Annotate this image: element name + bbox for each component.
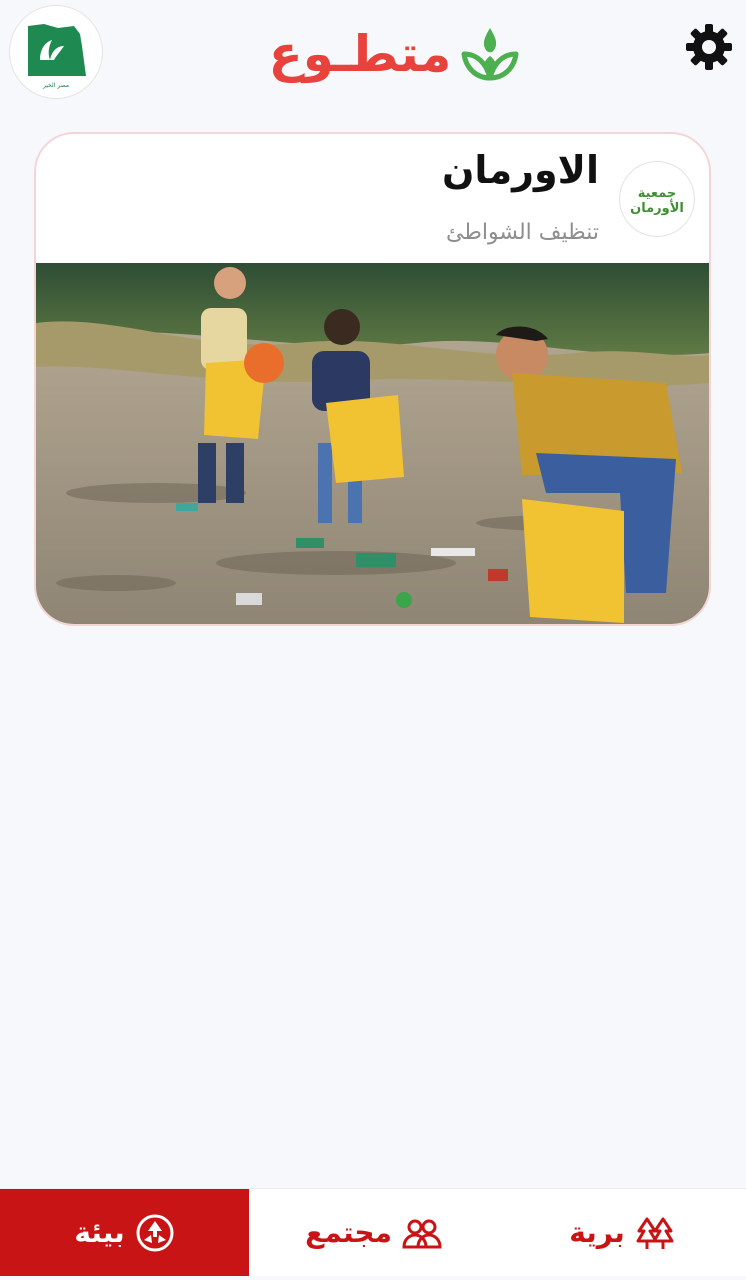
card-title: الاورمان [441, 148, 599, 192]
beach-cleanup-photo [36, 263, 709, 624]
org-logo: مصر الخير [10, 6, 102, 98]
recycle-icon [136, 1214, 174, 1251]
tab-wild-label: برية [569, 1216, 625, 1249]
app-title: متطـوع [268, 25, 452, 83]
tab-environment[interactable]: بيئة [0, 1189, 249, 1276]
brand: متطـوع [262, 18, 524, 90]
card-org-logo: جمعية الأورمان [620, 162, 694, 236]
app-header: مصر الخير متطـوع [0, 0, 746, 110]
org-logo-caption: مصر الخير [42, 82, 70, 89]
tab-environment-label: بيئة [74, 1216, 125, 1249]
gear-icon[interactable] [684, 22, 734, 72]
tab-wild[interactable]: برية [498, 1189, 746, 1276]
leaf-drop-icon [461, 28, 519, 81]
tab-community-label: مجتمع [305, 1216, 392, 1249]
card-org-logo-text: جمعية الأورمان [630, 186, 684, 216]
egypt-map-icon [28, 24, 86, 76]
card-subtitle: تنظيف الشواطئ [446, 220, 599, 245]
bottom-nav: برية مجتمع بيئة [0, 1188, 746, 1276]
trees-icon [636, 1217, 674, 1249]
tab-community[interactable]: مجتمع [249, 1189, 498, 1276]
people-icon [402, 1219, 442, 1248]
opportunity-card[interactable]: جمعية الأورمان الاورمان تنظيف الشواطئ [34, 132, 711, 626]
